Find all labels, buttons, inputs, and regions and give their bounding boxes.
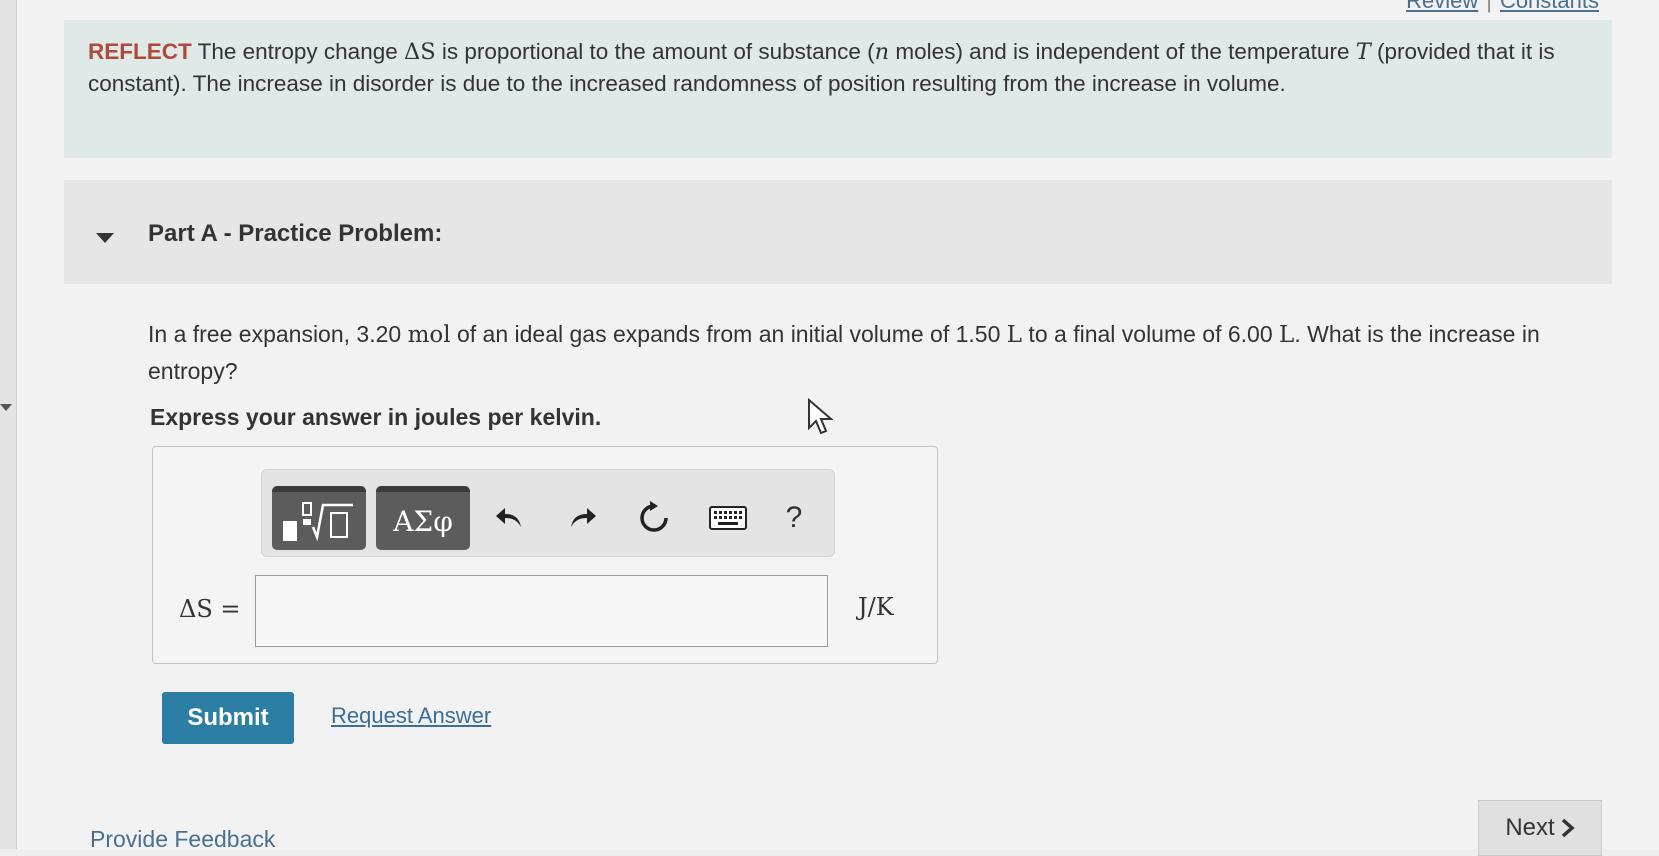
answer-box: ΑΣφ ? ΔS = J/K xyxy=(152,446,938,664)
constants-link[interactable]: Constants xyxy=(1500,0,1599,13)
answer-input[interactable] xyxy=(255,575,828,647)
question-text-3: to a final volume of 6.00 xyxy=(1022,321,1280,347)
next-label: Next xyxy=(1505,814,1555,841)
question-text-1: In a free expansion, 3.20 xyxy=(148,321,408,347)
unit-l-initial: L xyxy=(1006,322,1023,348)
rail-caret-icon[interactable] xyxy=(0,404,12,411)
unit-l-final: L xyxy=(1279,322,1295,348)
reset-icon[interactable] xyxy=(634,498,674,538)
page: Review | Constants REFLECT The entropy cha… xyxy=(0,0,1659,856)
header-links: Review | Constants xyxy=(1406,0,1599,14)
collapse-caret-icon[interactable] xyxy=(96,233,114,243)
reflect-n: n xyxy=(874,39,890,65)
reflect-label: REFLECT xyxy=(88,39,192,64)
left-rail xyxy=(0,0,17,849)
help-icon[interactable]: ? xyxy=(774,498,814,538)
undo-icon[interactable] xyxy=(490,498,530,538)
question-text: In a free expansion, 3.20 mol of an idea… xyxy=(148,316,1548,389)
delta-s-label: ΔS = xyxy=(179,595,241,623)
reflect-text-3: moles) and is independent of the tempera… xyxy=(889,39,1356,64)
request-answer-link[interactable]: Request Answer xyxy=(331,703,491,729)
question-text-2: of an ideal gas expands from an initial … xyxy=(450,321,1007,347)
reflect-box: REFLECT The entropy change ΔS is proport… xyxy=(64,20,1612,158)
reflect-text-1: The entropy change xyxy=(191,39,404,64)
math-toolbar: ΑΣφ ? xyxy=(261,469,835,557)
instruction-text: Express your answer in joules per kelvin… xyxy=(150,404,602,430)
mouse-cursor-icon xyxy=(808,398,833,435)
reflect-text-2: is proportional to the amount of substan… xyxy=(435,39,875,64)
submit-button[interactable]: Submit xyxy=(162,692,294,744)
next-button[interactable]: Next xyxy=(1478,800,1602,856)
symbols-button[interactable]: ΑΣφ xyxy=(376,486,470,550)
part-title[interactable]: Part A - Practice Problem: xyxy=(148,220,442,248)
chevron-right-icon xyxy=(1561,818,1575,838)
link-separator: | xyxy=(1486,0,1492,13)
unit-label: J/K xyxy=(858,593,894,621)
redo-icon[interactable] xyxy=(562,498,602,538)
review-link[interactable]: Review xyxy=(1406,0,1478,13)
reflect-delta-s: ΔS xyxy=(403,39,436,65)
reflect-t: T xyxy=(1355,39,1371,65)
templates-icon xyxy=(283,502,353,542)
keyboard-icon[interactable] xyxy=(708,498,748,538)
unit-mol: mol xyxy=(407,322,451,348)
templates-button[interactable] xyxy=(272,486,366,550)
